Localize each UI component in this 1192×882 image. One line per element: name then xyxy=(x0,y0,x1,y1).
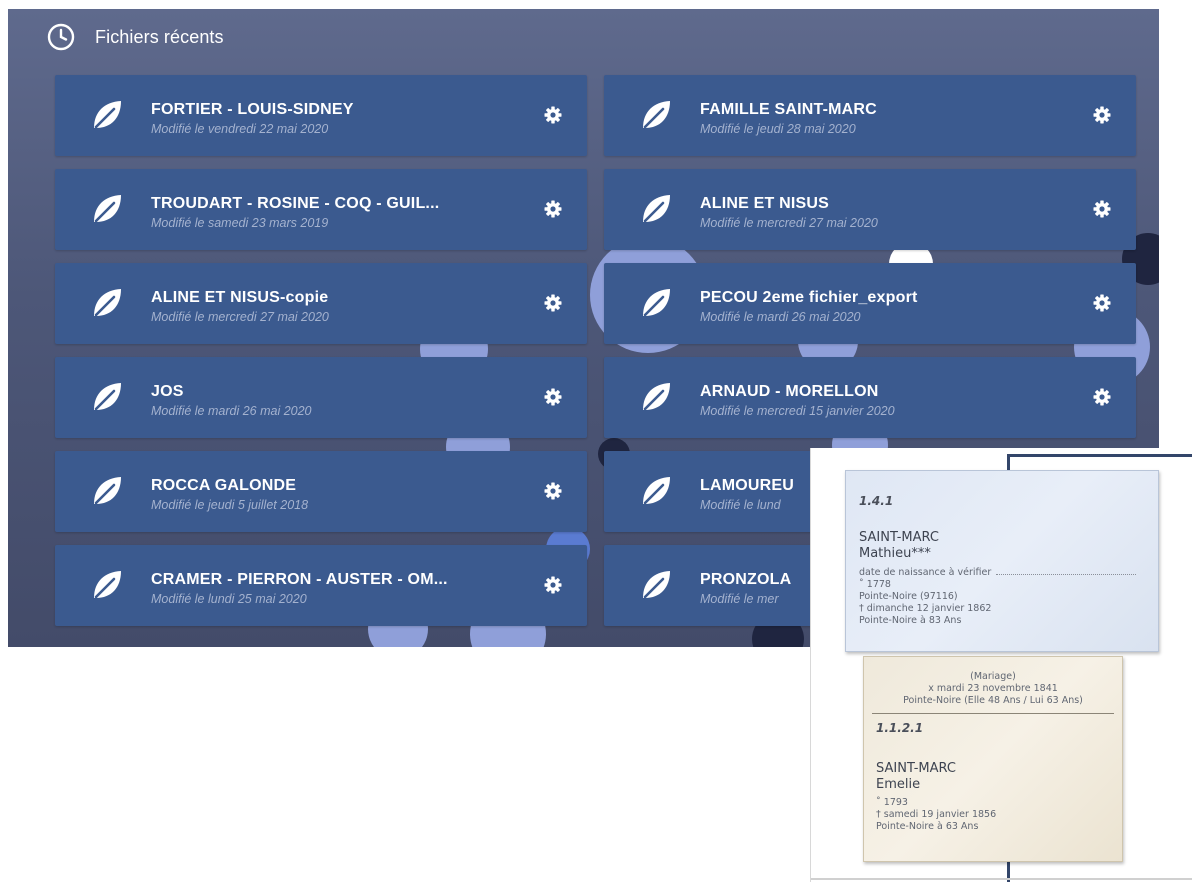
gear-icon[interactable] xyxy=(544,388,562,406)
person-detail: † samedi 19 janvier 1856 xyxy=(876,809,997,820)
file-card[interactable]: ALINE ET NISUS Modifié le mercredi 27 mai… xyxy=(604,169,1136,250)
gear-icon[interactable] xyxy=(544,294,562,312)
leaf-icon xyxy=(90,286,124,320)
leaf-icon xyxy=(90,192,124,226)
person-detail: † dimanche 12 janvier 1862 xyxy=(859,603,992,614)
file-title: TROUDART - ROSINE - COQ - GUIL... xyxy=(151,195,440,212)
marriage-date: x mardi 23 novembre 1841 xyxy=(928,683,1058,694)
file-title: ALINE ET NISUS-copie xyxy=(151,289,329,306)
file-card[interactable]: ROCCA GALONDE Modifié le jeudi 5 juillet … xyxy=(55,451,587,532)
file-card[interactable]: TROUDART - ROSINE - COQ - GUIL... Modifié… xyxy=(55,169,587,250)
file-modified-date: Modifié le mardi 26 mai 2020 xyxy=(700,310,861,324)
genealogy-tree-fragment: 1.4.1 SAINT-MARC Mathieu*** date de nais… xyxy=(810,448,1192,882)
file-card[interactable]: PECOU 2eme fichier_export Modifié le mard… xyxy=(604,263,1136,344)
person-detail: ˚ 1793 xyxy=(876,797,908,808)
gear-icon[interactable] xyxy=(1093,294,1111,312)
leaf-icon xyxy=(639,98,673,132)
gear-icon[interactable] xyxy=(544,482,562,500)
file-card[interactable]: FAMILLE SAINT-MARC Modifié le jeudi 28 ma… xyxy=(604,75,1136,156)
file-modified-date: Modifié le mercredi 15 janvier 2020 xyxy=(700,404,895,418)
person-given-name: Emelie xyxy=(876,777,921,792)
file-card[interactable]: FORTIER - LOUIS-SIDNEY Modifié le vendred… xyxy=(55,75,587,156)
file-modified-date: Modifié le jeudi 28 mai 2020 xyxy=(700,122,856,136)
person-detail: ˚ 1778 xyxy=(859,579,891,590)
leaf-icon xyxy=(90,380,124,414)
person-detail: Pointe-Noire à 63 Ans xyxy=(876,821,979,832)
file-title: CRAMER - PIERRON - AUSTER - OM... xyxy=(151,571,448,588)
file-card[interactable]: JOS Modifié le mardi 26 mai 2020 xyxy=(55,357,587,438)
leaf-icon xyxy=(90,474,124,508)
gear-icon[interactable] xyxy=(544,106,562,124)
file-title: JOS xyxy=(151,383,184,400)
gear-icon[interactable] xyxy=(1093,106,1111,124)
gear-icon[interactable] xyxy=(544,200,562,218)
person-card-emelie[interactable]: (Mariage) x mardi 23 novembre 1841 Point… xyxy=(863,656,1123,862)
gear-icon[interactable] xyxy=(1093,388,1111,406)
file-modified-date: Modifié le vendredi 22 mai 2020 xyxy=(151,122,329,136)
file-title: FORTIER - LOUIS-SIDNEY xyxy=(151,101,354,118)
file-title: PECOU 2eme fichier_export xyxy=(700,289,918,306)
dotted-line xyxy=(996,574,1136,575)
panel-header: Fichiers récents xyxy=(46,22,224,52)
person-code: 1.4.1 xyxy=(859,494,894,508)
clock-icon xyxy=(46,22,76,52)
leaf-icon xyxy=(639,286,673,320)
leaf-icon xyxy=(639,568,673,602)
file-modified-date: Modifié le mercredi 27 mai 2020 xyxy=(151,310,329,324)
file-title: ALINE ET NISUS xyxy=(700,195,830,212)
leaf-icon xyxy=(639,192,673,226)
file-card[interactable]: ARNAUD - MORELLON Modifié le mercredi 15 … xyxy=(604,357,1136,438)
leaf-icon xyxy=(639,380,673,414)
marriage-label: (Mariage) xyxy=(970,671,1016,682)
leaf-icon xyxy=(639,474,673,508)
file-title: ROCCA GALONDE xyxy=(151,477,297,494)
file-modified-date: Modifié le jeudi 5 juillet 2018 xyxy=(151,498,309,512)
file-modified-date: Modifié le samedi 23 mars 2019 xyxy=(151,216,329,230)
file-modified-date: Modifié le mardi 26 mai 2020 xyxy=(151,404,312,418)
gear-icon[interactable] xyxy=(544,576,562,594)
person-surname: SAINT-MARC xyxy=(859,530,939,545)
panel-title: Fichiers récents xyxy=(95,26,224,47)
file-title: FAMILLE SAINT-MARC xyxy=(700,101,877,118)
leaf-icon xyxy=(90,98,124,132)
person-given-name: Mathieu*** xyxy=(859,546,931,561)
tree-connector-horizontal xyxy=(1007,454,1192,457)
file-card[interactable]: CRAMER - PIERRON - AUSTER - OM... Modifié… xyxy=(55,545,587,626)
file-modified-date: Modifié le lundi 25 mai 2020 xyxy=(151,592,307,606)
leaf-icon xyxy=(90,568,124,602)
file-title: ARNAUD - MORELLON xyxy=(700,383,879,400)
file-card[interactable]: ALINE ET NISUS-copie Modifié le mercredi … xyxy=(55,263,587,344)
person-detail: Pointe-Noire à 83 Ans xyxy=(859,615,962,626)
marriage-place: Pointe-Noire (Elle 48 Ans / Lui 63 Ans) xyxy=(903,695,1083,706)
person-code: 1.1.2.1 xyxy=(876,721,924,735)
file-modified-date: Modifié le mercredi 27 mai 2020 xyxy=(700,216,878,230)
person-detail: Pointe-Noire (97116) xyxy=(859,591,958,602)
person-card-mathieu[interactable]: 1.4.1 SAINT-MARC Mathieu*** date de nais… xyxy=(845,470,1159,652)
person-detail: date de naissance à vérifier xyxy=(859,567,992,578)
tree-baseline xyxy=(811,878,1192,880)
gear-icon[interactable] xyxy=(1093,200,1111,218)
divider xyxy=(872,713,1114,714)
person-surname: SAINT-MARC xyxy=(876,761,956,776)
